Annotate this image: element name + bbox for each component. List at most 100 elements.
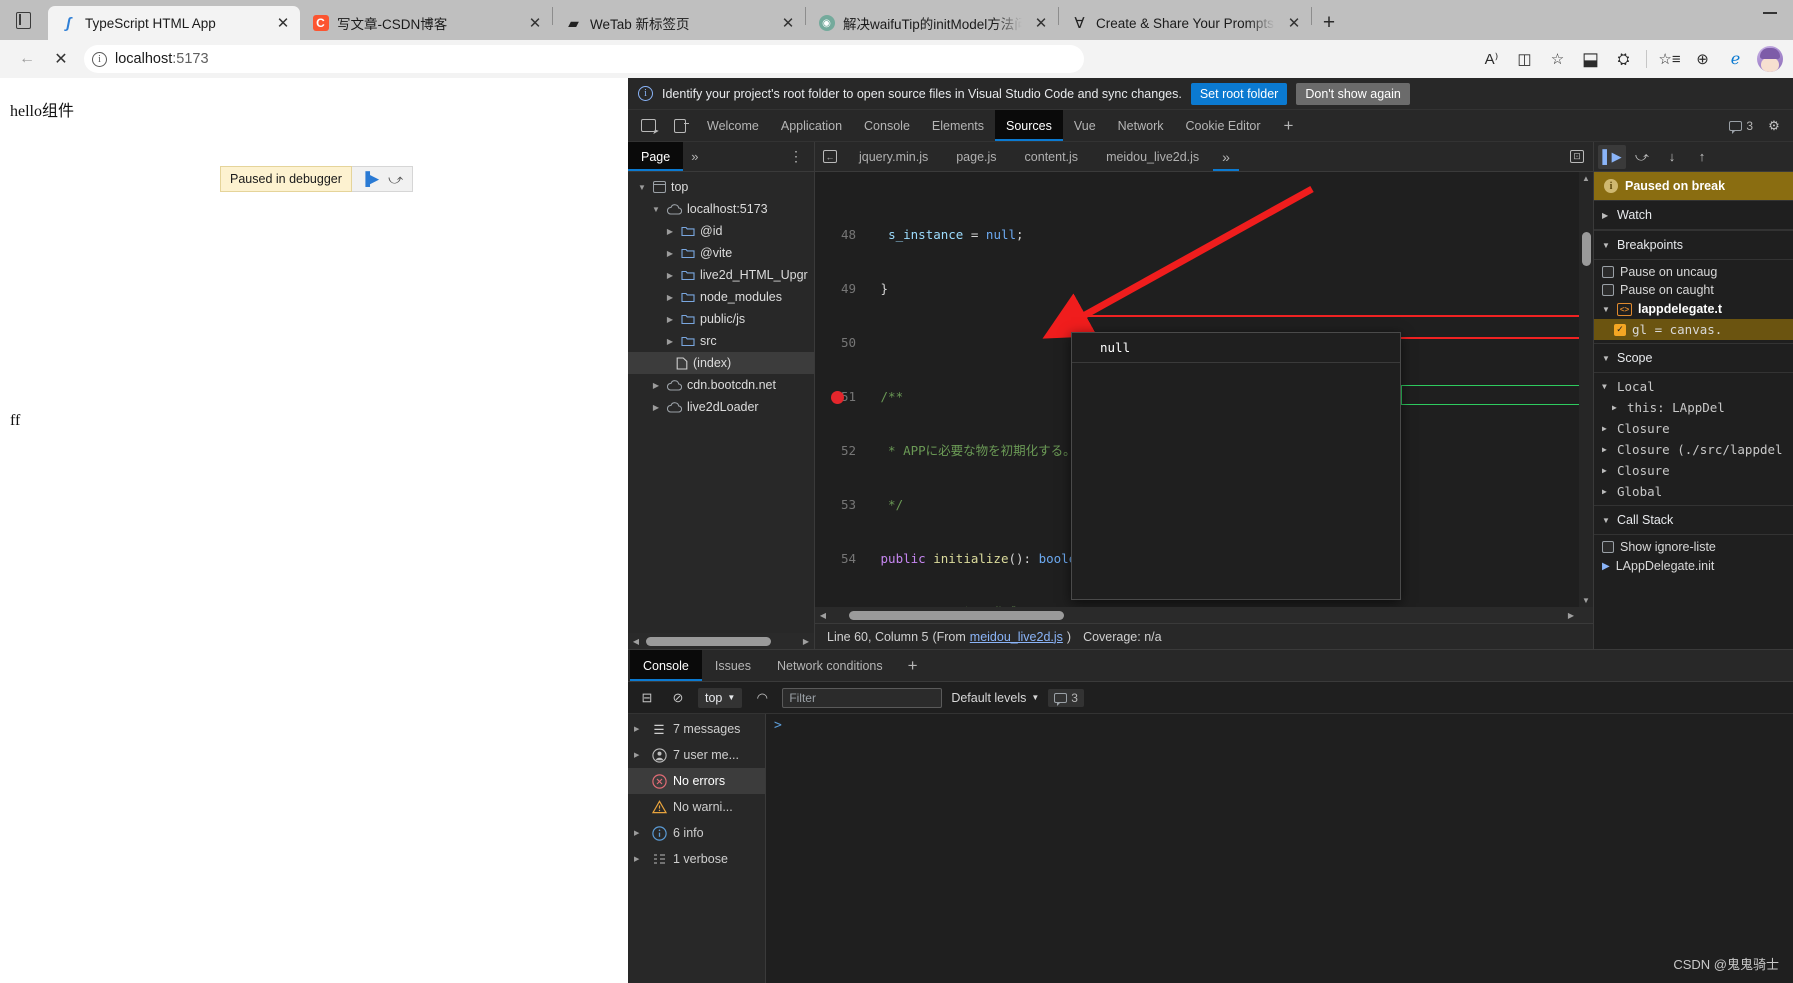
add-to-collection-icon[interactable]: ⊕: [1687, 44, 1718, 74]
tree-item-at-id[interactable]: ▶ @id: [628, 220, 814, 242]
console-filter-info[interactable]: ▶ 6 info: [628, 820, 765, 846]
scope-row-closure-3[interactable]: ▶ Closure: [1594, 460, 1793, 481]
navigator-collapse-button[interactable]: ←: [815, 142, 845, 171]
execution-context-select[interactable]: top ▼: [698, 687, 743, 708]
scope-row-closure-2[interactable]: ▶ Closure (./src/lappdel: [1594, 439, 1793, 460]
console-filter-errors[interactable]: No errors: [628, 768, 765, 794]
tab-cookie-editor[interactable]: Cookie Editor: [1175, 110, 1272, 141]
twisty-icon[interactable]: ▶: [664, 293, 676, 302]
navigator-hscrollbar[interactable]: ◀ ▶: [628, 633, 814, 649]
console-filter-verbose[interactable]: ▶ 1 verbose: [628, 846, 765, 872]
navigator-tab-page[interactable]: Page: [628, 142, 684, 171]
drawer-tab-network-conditions[interactable]: Network conditions: [764, 650, 896, 681]
tree-item-live2d-html-upgrade[interactable]: ▶ live2d_HTML_Upgr: [628, 264, 814, 286]
console-message-badge[interactable]: 3: [1048, 688, 1084, 707]
twisty-icon[interactable]: ▼: [636, 183, 648, 192]
tab-vue[interactable]: Vue: [1063, 110, 1107, 141]
browser-tab-0[interactable]: ʃ TypeScript HTML App ✕: [48, 6, 300, 40]
avatar[interactable]: [1757, 46, 1783, 72]
close-icon[interactable]: ✕: [777, 12, 799, 34]
value-popover[interactable]: null: [1071, 332, 1401, 600]
checkbox[interactable]: ✓: [1614, 323, 1626, 336]
add-panel-button[interactable]: +: [1272, 110, 1306, 141]
scope-row-this[interactable]: ▶ this: LAppDel: [1594, 397, 1793, 418]
scope-row-global[interactable]: ▶ Global: [1594, 481, 1793, 502]
twisty-icon[interactable]: ▶: [634, 855, 645, 863]
step-over-icon[interactable]: ⤻: [1628, 145, 1656, 169]
scroll-up-icon[interactable]: ▲: [1579, 174, 1593, 183]
split-screen-icon[interactable]: ◫: [1509, 44, 1540, 74]
tab-sources[interactable]: Sources: [995, 110, 1063, 141]
info-icon[interactable]: i: [92, 51, 107, 67]
breakpoint-file-group[interactable]: ▼ <> lappdelegate.t: [1594, 299, 1793, 319]
favorites-bar-icon[interactable]: ☆≡: [1654, 44, 1685, 74]
read-aloud-icon[interactable]: A⁾: [1476, 44, 1507, 74]
inspect-element-button[interactable]: [632, 110, 664, 141]
log-levels-select[interactable]: Default levels ▼: [951, 691, 1039, 705]
file-tabs-overflow-icon[interactable]: »: [1213, 142, 1239, 171]
set-root-folder-button[interactable]: Set root folder: [1190, 82, 1288, 105]
editor-vscrollbar[interactable]: ▲ ▼: [1579, 172, 1593, 607]
twisty-icon[interactable]: ▶: [634, 725, 645, 733]
scope-section-header[interactable]: ▼ Scope: [1594, 343, 1793, 373]
collections-icon[interactable]: ⬓: [1575, 44, 1606, 74]
dont-show-again-button[interactable]: Don't show again: [1296, 82, 1410, 105]
twisty-icon[interactable]: ▶: [664, 337, 676, 346]
breakpoint-entry[interactable]: ✓ gl = canvas.: [1594, 319, 1793, 340]
drawer-tab-console[interactable]: Console: [630, 650, 702, 681]
tree-item-live2dloader[interactable]: ▶ live2dLoader: [628, 396, 814, 418]
step-over-icon[interactable]: ⤻: [388, 171, 403, 188]
ie-mode-icon[interactable]: ℯ: [1720, 44, 1751, 74]
tab-welcome[interactable]: Welcome: [696, 110, 770, 141]
scope-row-local[interactable]: ▼ Local: [1594, 376, 1793, 397]
scroll-left-icon[interactable]: ◀: [628, 637, 644, 646]
twisty-icon[interactable]: ▶: [1602, 466, 1611, 475]
twisty-icon[interactable]: ▶: [650, 403, 662, 412]
editor-hscrollbar[interactable]: ◀ ▶: [815, 607, 1593, 623]
tree-item-node-modules[interactable]: ▶ node_modules: [628, 286, 814, 308]
scrollbar-thumb[interactable]: [849, 610, 1064, 620]
console-filter-messages[interactable]: ▶ ☰ 7 messages: [628, 716, 765, 742]
file-tab-page[interactable]: page.js: [942, 142, 1010, 171]
device-toolbar-button[interactable]: [664, 110, 696, 141]
scope-row-closure-1[interactable]: ▶ Closure: [1594, 418, 1793, 439]
scroll-down-icon[interactable]: ▼: [1579, 596, 1593, 605]
browser-tab-1[interactable]: C 写文章-CSDN博客 ✕: [300, 6, 552, 40]
twisty-icon[interactable]: ▶: [664, 227, 676, 236]
pause-on-uncaught-row[interactable]: Pause on uncaug: [1594, 263, 1793, 281]
console-sidebar-toggle-icon[interactable]: ⊟: [636, 687, 658, 709]
favorite-star-icon[interactable]: ☆: [1542, 44, 1573, 74]
close-icon[interactable]: ✕: [524, 12, 546, 34]
resume-icon[interactable]: ▐▶: [361, 171, 379, 187]
twisty-icon[interactable]: ▼: [650, 205, 662, 214]
twisty-icon[interactable]: ▶: [1602, 445, 1611, 454]
pause-on-caught-row[interactable]: Pause on caught: [1594, 281, 1793, 299]
scrollbar-thumb[interactable]: [646, 636, 771, 646]
close-icon[interactable]: ✕: [272, 12, 294, 34]
console-output[interactable]: >: [766, 714, 1793, 983]
tab-application[interactable]: Application: [770, 110, 853, 141]
tab-elements[interactable]: Elements: [921, 110, 995, 141]
twisty-icon[interactable]: ▶: [664, 271, 676, 280]
twisty-icon[interactable]: ▶: [1602, 487, 1611, 496]
stop-button[interactable]: ✕: [44, 44, 78, 74]
tree-item-index[interactable]: (index): [628, 352, 814, 374]
checkbox[interactable]: [1602, 266, 1614, 278]
step-out-icon[interactable]: ↑: [1688, 145, 1716, 169]
chevron-right-double-icon[interactable]: »: [683, 142, 706, 171]
checkbox[interactable]: [1602, 284, 1614, 296]
code-editor[interactable]: 48 s_instance = null; 49 } 50 51 /** 52 …: [815, 172, 1593, 623]
twisty-icon[interactable]: ▶: [634, 751, 645, 759]
drawer-add-tab-button[interactable]: +: [896, 650, 930, 681]
breakpoints-section-header[interactable]: ▼ Breakpoints: [1594, 230, 1793, 260]
twisty-icon[interactable]: ▶: [634, 829, 645, 837]
extensions-icon[interactable]: ⛭: [1608, 44, 1639, 74]
file-tab-meidou-live2d[interactable]: meidou_live2d.js: [1092, 142, 1213, 171]
source-map-link[interactable]: meidou_live2d.js: [970, 630, 1063, 644]
navigator-more-options-icon[interactable]: ⋮: [778, 142, 814, 171]
callstack-frame[interactable]: ▶ LAppDelegate.init: [1594, 556, 1793, 576]
console-filter-input[interactable]: Filter: [782, 687, 943, 708]
resume-icon[interactable]: ▌▶: [1598, 144, 1626, 169]
scroll-left-icon[interactable]: ◀: [815, 611, 831, 620]
scroll-right-icon[interactable]: ▶: [1563, 611, 1579, 620]
